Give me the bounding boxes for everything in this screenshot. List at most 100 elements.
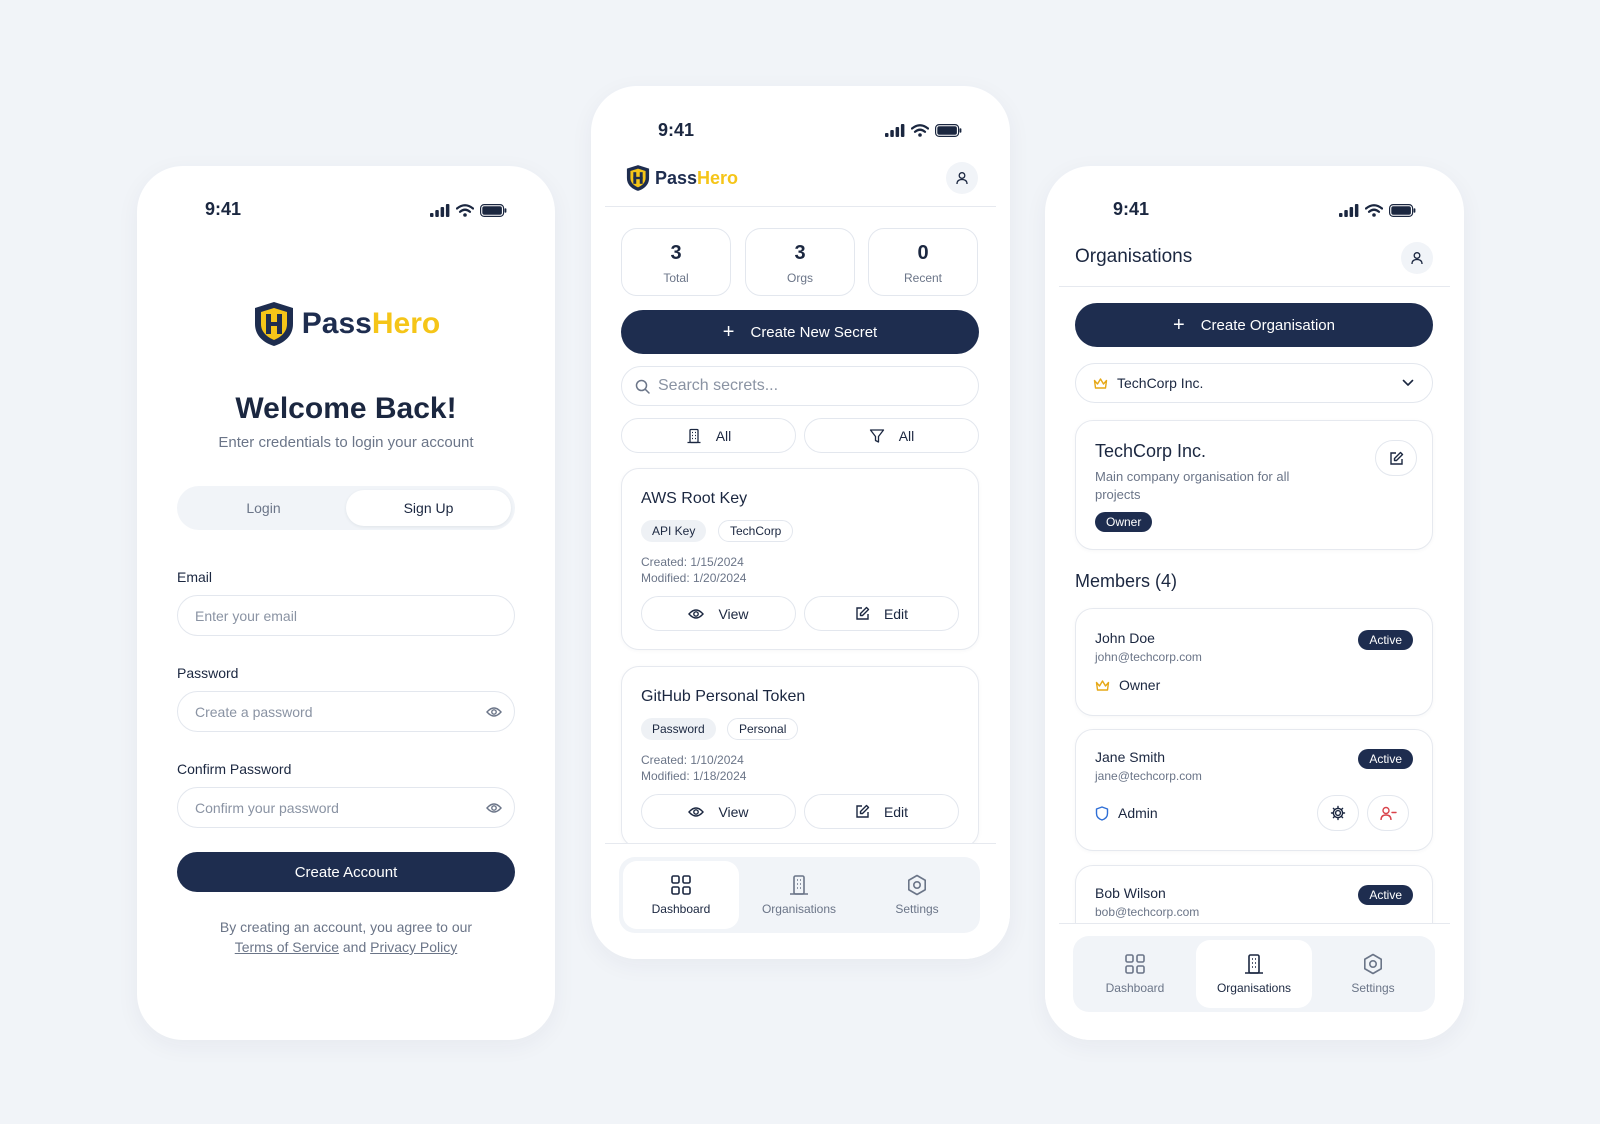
member-role: Admin [1095,805,1158,821]
create-organisation-label[interactable]: Create Organisation [1201,317,1335,334]
role-badge: Owner [1095,512,1153,532]
create-account-button[interactable]: Create Account [177,852,515,892]
secret-card[interactable]: AWS Root Key API Key TechCorp Created: 1… [621,468,979,650]
member-settings-button[interactable] [1317,795,1359,831]
stat-value: 0 [917,242,929,264]
member-card[interactable]: Jane Smith jane@techcorp.com Active Admi… [1075,729,1433,851]
building-icon [1245,954,1263,974]
confirm-password-label: Confirm Password [177,761,292,777]
search-input[interactable]: Search secrets... [621,366,979,406]
nav-label: Organisations [761,902,837,916]
page-subtitle: Enter credentials to login your account [218,434,474,451]
login-screen: 9:41 PassHero Welcome Back! Enter creden… [137,166,555,1040]
user-icon [956,172,968,185]
bottom-navigation: Dashboard Organisations Settings [619,857,980,933]
battery-icon [480,204,507,217]
stat-card-orgs: 3 Orgs [745,228,855,296]
nav-label: Dashboard [1105,981,1165,995]
eye-icon[interactable] [486,801,502,815]
create-secret-button[interactable]: + Create New Secret [621,310,979,354]
profile-button[interactable] [1401,242,1433,274]
edit-icon [856,804,870,818]
member-card[interactable]: John Doe john@techcorp.com Active Owner [1075,608,1433,716]
battery-icon [1389,204,1416,217]
org-name: TechCorp Inc. [1095,441,1207,461]
signal-icon [430,204,450,217]
secret-created: Created: 1/10/2024 [641,753,744,767]
password-label: Password [177,665,239,681]
member-email: john@techcorp.com [1095,650,1202,664]
confirm-password-field[interactable]: Confirm your password [177,787,515,828]
secret-created: Created: 1/15/2024 [641,555,744,569]
edit-button[interactable]: Edit [804,794,959,829]
status-icons [1339,204,1416,217]
nav-settings[interactable]: Settings [1315,940,1431,1008]
status-badge: Active [1358,749,1413,769]
email-label: Email [177,569,213,585]
edit-org-button[interactable] [1375,440,1417,476]
eye-icon[interactable] [486,705,502,719]
org-description: Main company organisation for all projec… [1095,469,1290,502]
header-divider [1059,286,1450,287]
secret-modified: Modified: 1/18/2024 [641,769,747,783]
stat-label: Total [663,271,689,285]
org-filter-dropdown[interactable]: All [621,418,796,453]
nav-label: Settings [895,902,939,916]
stat-value: 3 [794,242,806,264]
create-organisation-button[interactable]: + Create Organisation [1075,303,1433,347]
org-card: TechCorp Inc. Main company organisation … [1075,420,1433,550]
status-badge: Active [1358,885,1413,905]
member-role: Owner [1095,677,1160,693]
signal-icon [1339,204,1359,217]
brand-wordmark: PassHero [301,307,441,340]
nav-organisations[interactable]: Organisations [741,861,857,929]
email-field[interactable]: Enter your email [177,595,515,636]
org-select-dropdown[interactable]: TechCorp Inc. [1075,363,1433,403]
profile-button[interactable] [946,162,978,194]
edit-button[interactable]: Edit [804,596,959,631]
grid-icon [671,875,691,895]
secret-title: GitHub Personal Token [641,688,806,705]
crown-icon [1095,679,1110,691]
tab-sign-up[interactable]: Sign Up [346,490,511,526]
chevron-down-icon [1402,379,1414,386]
member-role-label: Owner [1119,677,1161,693]
terms-link[interactable]: Terms of Service [235,939,339,955]
settings-icon [1364,953,1382,975]
building-icon [790,875,808,895]
battery-icon [935,124,962,137]
privacy-link[interactable]: Privacy Policy [370,939,457,955]
view-label: View [718,803,749,820]
nav-dashboard[interactable]: Dashboard [623,861,739,929]
member-name: John Doe [1095,630,1155,646]
legal-prefix: By creating an account, you agree to our [219,919,473,935]
status-time: 9:41 [1113,199,1150,219]
gear-icon [1330,805,1346,821]
search-placeholder: Search secrets... [658,377,779,394]
member-name: Jane Smith [1095,749,1166,765]
password-field[interactable]: Create a password [177,691,515,732]
page-title: Welcome Back! [235,392,457,425]
search-icon [635,379,650,394]
view-button[interactable]: View [641,596,796,631]
org-filter-label: All [715,427,732,444]
member-role-label: Admin [1118,805,1158,821]
status-icons [430,204,507,217]
nav-settings[interactable]: Settings [859,861,975,929]
nav-organisations[interactable]: Organisations [1196,940,1312,1008]
tab-login[interactable]: Login [181,490,346,526]
view-label: View [718,605,749,622]
bottom-navigation: Dashboard Organisations Settings [1073,936,1435,1012]
wifi-icon [456,204,474,217]
secret-card[interactable]: GitHub Personal Token Password Personal … [621,666,979,848]
wifi-icon [911,124,929,137]
remove-member-button[interactable] [1367,795,1409,831]
page-title: Organisations [1075,246,1193,267]
view-button[interactable]: View [641,794,796,829]
type-filter-dropdown[interactable]: All [804,418,979,453]
status-icons [885,124,962,137]
wifi-icon [1365,204,1383,217]
settings-icon [908,874,926,896]
nav-dashboard[interactable]: Dashboard [1077,940,1193,1008]
edit-label: Edit [883,803,909,820]
